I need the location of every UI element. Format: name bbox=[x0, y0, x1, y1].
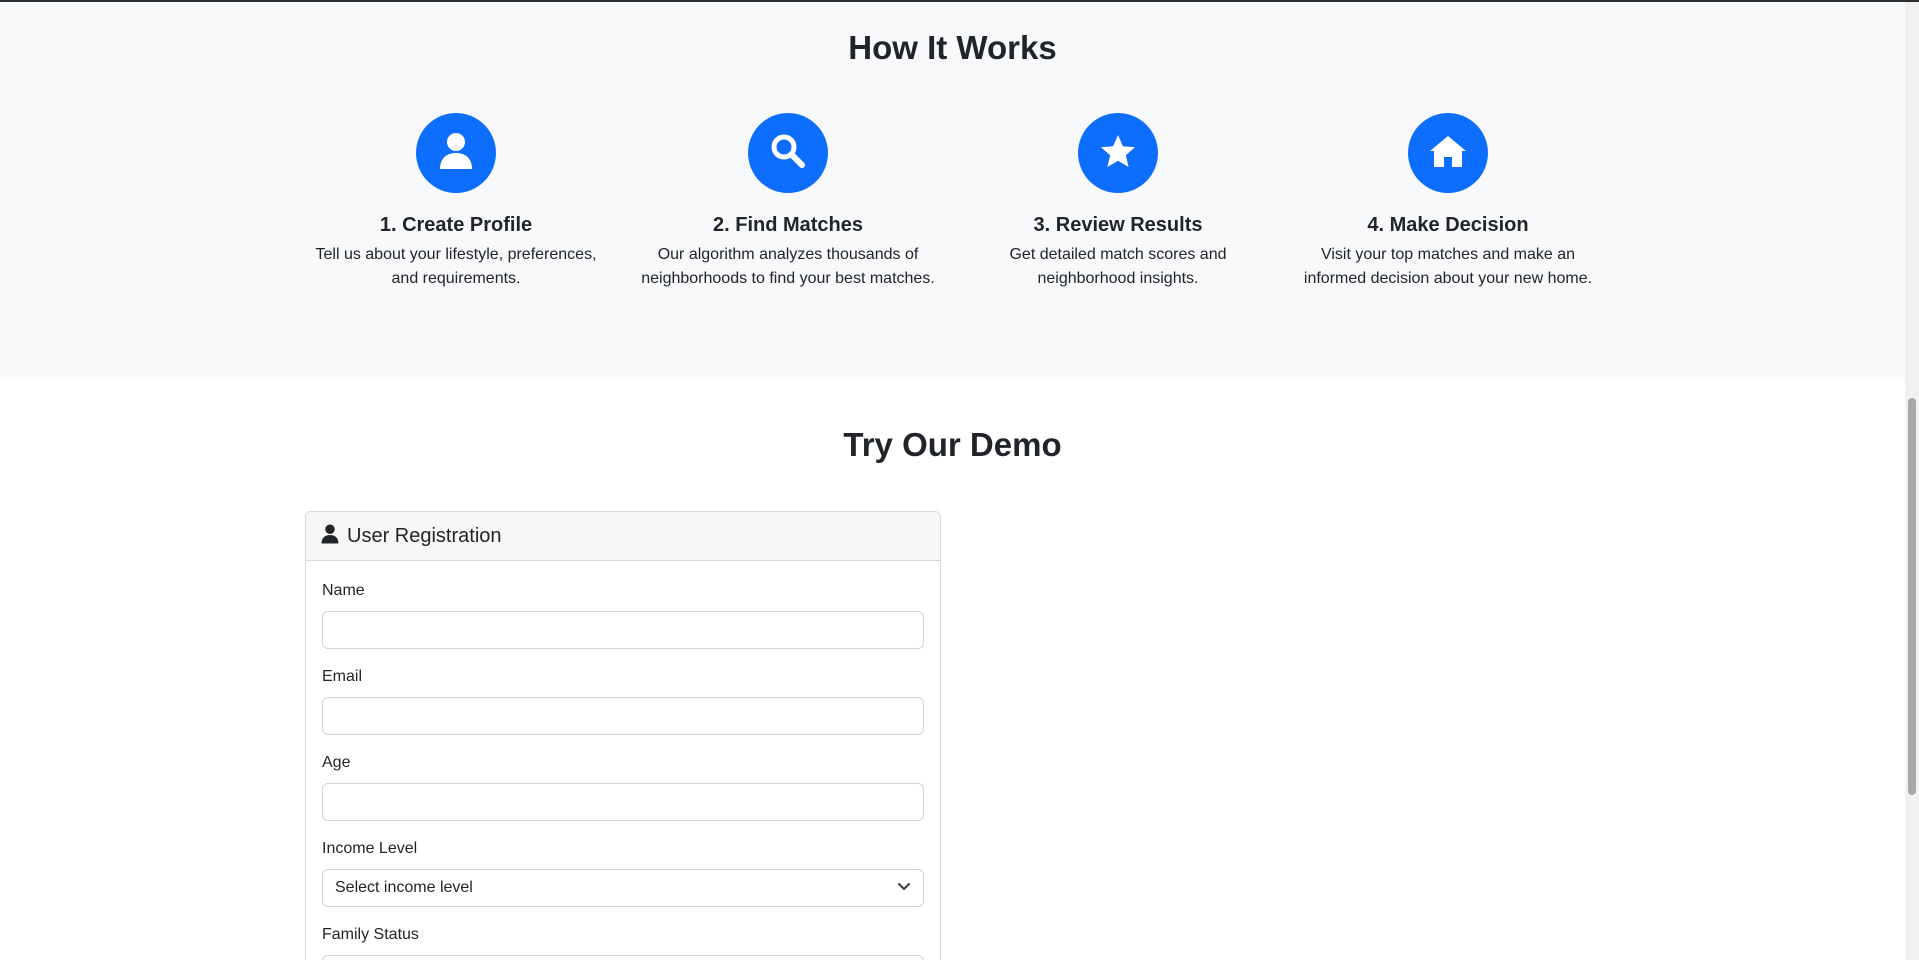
step-icon-circle bbox=[1078, 113, 1158, 193]
income-selected-value: Select income level bbox=[335, 879, 473, 896]
income-label: Income Level bbox=[322, 840, 418, 857]
demo-title: Try Our Demo bbox=[843, 426, 1062, 463]
step-description: Visit your top matches and make an infor… bbox=[1303, 246, 1593, 287]
registration-card: User Registration Name Email Age Income … bbox=[305, 511, 941, 960]
email-label: Email bbox=[322, 668, 363, 685]
income-select[interactable]: Select income level bbox=[322, 869, 924, 907]
email-input[interactable] bbox=[322, 697, 924, 735]
family-status-select[interactable] bbox=[322, 955, 924, 960]
step-review-results: 3. Review Results Get detailed match sco… bbox=[963, 113, 1273, 291]
scrollbar[interactable] bbox=[1905, 2, 1919, 960]
step-icon-circle bbox=[748, 113, 828, 193]
name-input[interactable] bbox=[322, 611, 924, 649]
step-title: 4. Make Decision bbox=[1367, 214, 1529, 236]
user-icon bbox=[321, 524, 339, 549]
step-make-decision: 4. Make Decision Visit your top matches … bbox=[1293, 113, 1603, 291]
step-title: 2. Find Matches bbox=[712, 214, 864, 236]
home-icon bbox=[1429, 134, 1467, 173]
how-it-works-title: How It Works bbox=[848, 29, 1057, 66]
name-field-group: Name bbox=[322, 579, 924, 649]
step-description: Our algorithm analyzes thousands of neig… bbox=[641, 246, 935, 287]
chevron-down-icon bbox=[897, 879, 911, 897]
age-input[interactable] bbox=[322, 783, 924, 821]
age-label: Age bbox=[322, 754, 351, 771]
search-icon bbox=[770, 133, 806, 174]
income-field-group: Income Level Select income level bbox=[322, 837, 924, 907]
step-icon-circle bbox=[1408, 113, 1488, 193]
step-title: 3. Review Results bbox=[1033, 214, 1203, 236]
page: How It Works 1. Create Profile Tell us a… bbox=[0, 0, 1919, 960]
step-title: 1. Create Profile bbox=[379, 214, 533, 236]
age-field-group: Age bbox=[322, 751, 924, 821]
star-icon bbox=[1100, 134, 1136, 173]
family-status-field-group: Family Status bbox=[322, 923, 924, 960]
how-it-works-section: How It Works 1. Create Profile Tell us a… bbox=[0, 2, 1905, 377]
step-description: Tell us about your lifestyle, preference… bbox=[315, 246, 597, 287]
card-title: User Registration bbox=[347, 525, 502, 547]
user-icon bbox=[439, 132, 473, 175]
card-header: User Registration bbox=[306, 512, 940, 561]
family-status-label: Family Status bbox=[322, 926, 419, 943]
email-field-group: Email bbox=[322, 665, 924, 735]
name-label: Name bbox=[322, 582, 365, 599]
step-find-matches: 2. Find Matches Our algorithm analyzes t… bbox=[633, 113, 943, 291]
step-icon-circle bbox=[416, 113, 496, 193]
step-description: Get detailed match scores and neighborho… bbox=[1009, 246, 1227, 287]
step-create-profile: 1. Create Profile Tell us about your lif… bbox=[301, 113, 611, 291]
scrollbar-thumb[interactable] bbox=[1908, 398, 1916, 795]
registration-form: Name Email Age Income Level Select incom… bbox=[306, 561, 940, 960]
